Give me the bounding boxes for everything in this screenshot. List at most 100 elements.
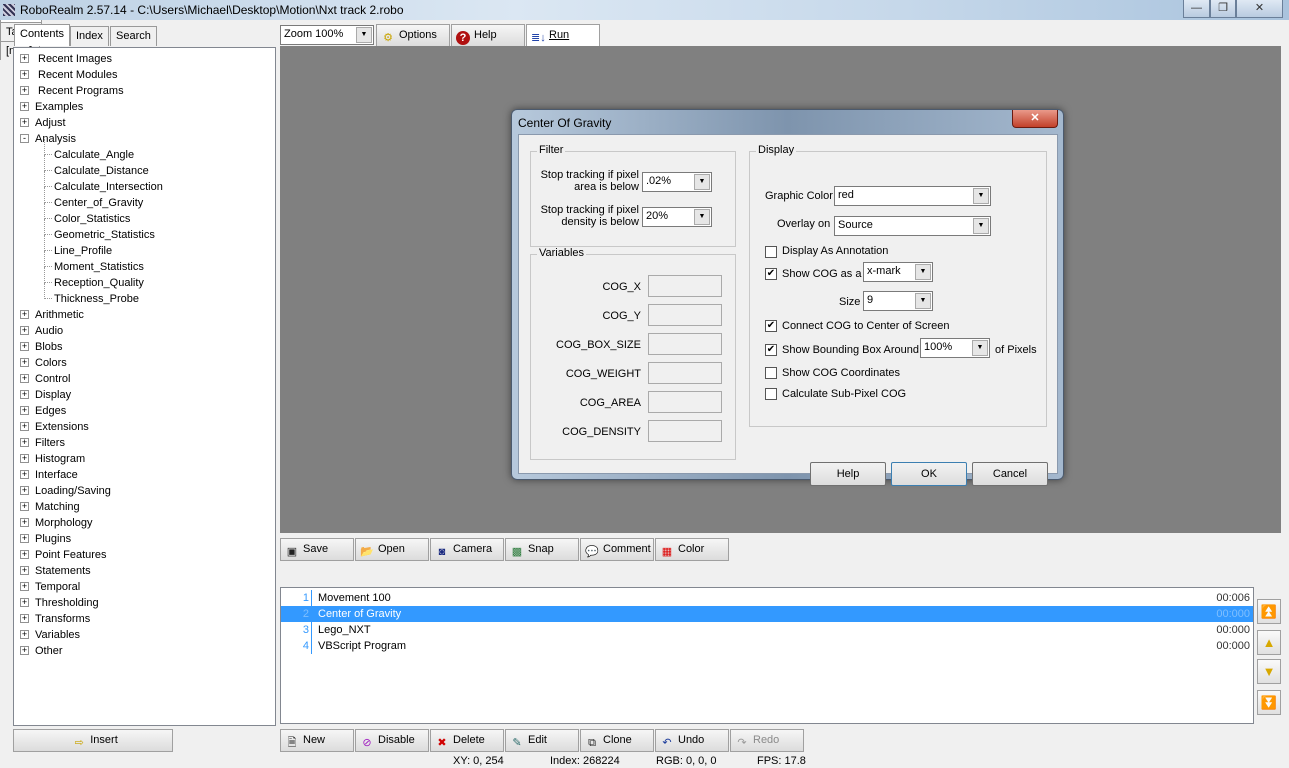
expand-icon[interactable]: +: [20, 374, 29, 383]
tree-item[interactable]: Recent Modules: [38, 67, 118, 83]
tree-item[interactable]: Examples: [35, 99, 83, 115]
tree-item[interactable]: Moment_Statistics: [54, 259, 144, 275]
graphic-color-select[interactable]: red ▼: [834, 186, 991, 206]
expand-icon[interactable]: +: [20, 646, 29, 655]
close-button[interactable]: ✕: [1236, 0, 1283, 18]
connect-checkbox[interactable]: ✔: [765, 320, 777, 332]
tree-item[interactable]: Histogram: [35, 451, 85, 467]
tree-item[interactable]: Plugins: [35, 531, 71, 547]
delete-button[interactable]: ✖ Delete: [430, 729, 504, 752]
tree-item[interactable]: Line_Profile: [54, 243, 112, 259]
coords-checkbox[interactable]: [765, 367, 777, 379]
annotation-checkbox[interactable]: [765, 246, 777, 258]
pipeline-row[interactable]: 4 VBScript Program 00:000: [281, 638, 1253, 654]
expand-icon[interactable]: +: [20, 310, 29, 319]
zoom-select[interactable]: Zoom 100% ▼: [280, 25, 374, 45]
expand-icon[interactable]: +: [20, 598, 29, 607]
edit-button[interactable]: ✎ Edit: [505, 729, 579, 752]
open-button[interactable]: 📂 Open: [355, 538, 429, 561]
tree-item[interactable]: Display: [35, 387, 71, 403]
tree-item[interactable]: Recent Programs: [38, 83, 124, 99]
tree-item[interactable]: Matching: [35, 499, 80, 515]
tree-item[interactable]: Calculate_Distance: [54, 163, 149, 179]
tree-item[interactable]: Other: [35, 643, 63, 659]
clone-button[interactable]: ⧉ Clone: [580, 729, 654, 752]
tab-index[interactable]: Index: [70, 26, 109, 46]
tree-item[interactable]: Calculate_Intersection: [54, 179, 163, 195]
expand-icon[interactable]: +: [20, 582, 29, 591]
tree-item[interactable]: Variables: [35, 627, 80, 643]
pipeline-row[interactable]: 1 Movement 100 00:006: [281, 590, 1253, 606]
expand-icon[interactable]: +: [20, 438, 29, 447]
expand-icon[interactable]: +: [20, 470, 29, 479]
tree-item[interactable]: Filters: [35, 435, 65, 451]
move-bottom-button[interactable]: ⏬: [1257, 690, 1281, 715]
tree-item[interactable]: Geometric_Statistics: [54, 227, 155, 243]
tree-item[interactable]: Control: [35, 371, 70, 387]
expand-icon[interactable]: +: [20, 54, 29, 63]
tree-item[interactable]: Extensions: [35, 419, 89, 435]
comment-button[interactable]: 💬 Comment: [580, 538, 654, 561]
tab-search[interactable]: Search: [110, 26, 157, 46]
tree-item[interactable]: Reception_Quality: [54, 275, 144, 291]
pipeline-row[interactable]: 2 Center of Gravity 00:000: [281, 606, 1253, 622]
expand-icon[interactable]: +: [20, 518, 29, 527]
pipeline-row[interactable]: 3 Lego_NXT 00:000: [281, 622, 1253, 638]
tree-item[interactable]: Thresholding: [35, 595, 99, 611]
tree-item[interactable]: Point Features: [35, 547, 107, 563]
expand-icon[interactable]: +: [20, 326, 29, 335]
tree-item[interactable]: Analysis: [35, 131, 76, 147]
insert-button[interactable]: ⇨ Insert: [13, 729, 173, 752]
tree-item[interactable]: Morphology: [35, 515, 92, 531]
size-select[interactable]: 9 ▼: [863, 291, 933, 311]
expand-icon[interactable]: +: [20, 342, 29, 351]
overlay-select[interactable]: Source ▼: [834, 216, 991, 236]
help-button[interactable]: ? Help: [451, 24, 525, 47]
tree-item[interactable]: Interface: [35, 467, 78, 483]
restore-button[interactable]: ❐: [1210, 0, 1236, 18]
collapse-icon[interactable]: -: [20, 134, 29, 143]
cancel-button[interactable]: Cancel: [972, 462, 1048, 486]
expand-icon[interactable]: +: [20, 566, 29, 575]
cog-shape-select[interactable]: x-mark ▼: [863, 262, 933, 282]
expand-icon[interactable]: +: [20, 118, 29, 127]
minimize-button[interactable]: —: [1183, 0, 1210, 18]
ok-button[interactable]: OK: [891, 462, 967, 486]
move-down-button[interactable]: ▼: [1257, 659, 1281, 684]
tree-item[interactable]: Blobs: [35, 339, 63, 355]
density-threshold-select[interactable]: 20% ▼: [642, 207, 712, 227]
tree-item[interactable]: Arithmetic: [35, 307, 84, 323]
tree-item[interactable]: Recent Images: [38, 51, 112, 67]
expand-icon[interactable]: +: [20, 406, 29, 415]
dialog-help-button[interactable]: Help: [810, 462, 886, 486]
tree-item[interactable]: Audio: [35, 323, 63, 339]
expand-icon[interactable]: +: [20, 614, 29, 623]
color-button[interactable]: ▦ Color: [655, 538, 729, 561]
tree-item[interactable]: Adjust: [35, 115, 66, 131]
tree-item[interactable]: Colors: [35, 355, 67, 371]
snap-button[interactable]: ▩ Snap: [505, 538, 579, 561]
move-up-button[interactable]: ▲: [1257, 630, 1281, 655]
show-cog-checkbox[interactable]: ✔: [765, 268, 777, 280]
tree-item[interactable]: Center_of_Gravity: [54, 195, 143, 211]
expand-icon[interactable]: +: [20, 102, 29, 111]
disable-button[interactable]: ⊘ Disable: [355, 729, 429, 752]
area-threshold-select[interactable]: .02% ▼: [642, 172, 712, 192]
expand-icon[interactable]: +: [20, 502, 29, 511]
tree-item[interactable]: Statements: [35, 563, 91, 579]
new-button[interactable]: 🗎 New: [280, 729, 354, 752]
run-button[interactable]: ≣↓ Run: [526, 24, 600, 47]
tree-item[interactable]: Temporal: [35, 579, 80, 595]
tree-item[interactable]: Transforms: [35, 611, 90, 627]
expand-icon[interactable]: +: [20, 486, 29, 495]
expand-icon[interactable]: +: [20, 86, 29, 95]
save-button[interactable]: ▣ Save: [280, 538, 354, 561]
tree-item[interactable]: Color_Statistics: [54, 211, 130, 227]
dialog-close-button[interactable]: ✕: [1012, 110, 1058, 128]
subpixel-checkbox[interactable]: [765, 388, 777, 400]
pipeline-list[interactable]: 1 Movement 100 00:006 2 Center of Gravity 00:…: [280, 587, 1254, 724]
camera-button[interactable]: ◙ Camera: [430, 538, 504, 561]
redo-button[interactable]: ↷ Redo: [730, 729, 804, 752]
expand-icon[interactable]: +: [20, 550, 29, 559]
expand-icon[interactable]: +: [20, 534, 29, 543]
